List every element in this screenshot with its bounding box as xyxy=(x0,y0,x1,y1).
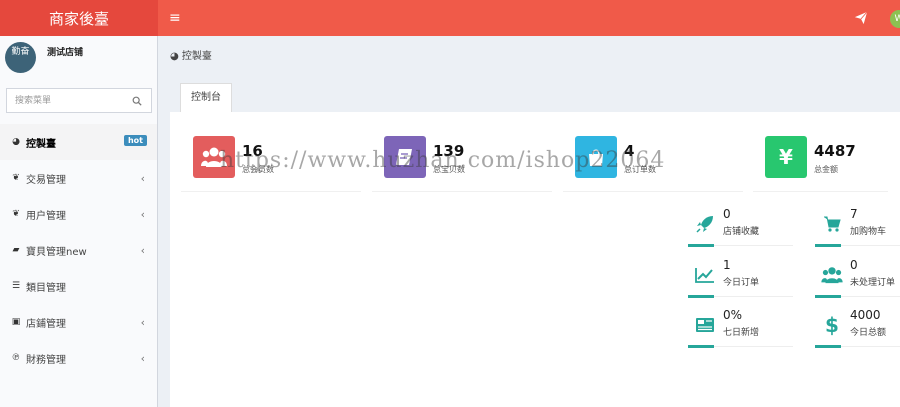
mini-stat-value: 1 xyxy=(723,258,731,272)
divider xyxy=(753,191,888,192)
mini-stat-cart: 7 加购物车 xyxy=(815,204,900,247)
sidebar-item-label: 交易管理 xyxy=(26,174,66,186)
leaf-icon: ❦ xyxy=(12,173,20,183)
mini-stat-favorites: 0 店铺收藏 xyxy=(688,204,793,247)
sidebar-item-label: 控製臺 xyxy=(26,138,56,150)
sidebar-item-label: 店鋪管理 xyxy=(26,318,66,330)
cart-icon xyxy=(821,213,843,235)
sidebar-item-dashboard[interactable]: ◕ 控製臺 hot xyxy=(0,124,157,160)
paper-plane-icon[interactable] xyxy=(854,11,868,25)
stat-value: 4487 xyxy=(814,142,856,160)
window-icon: ▣ xyxy=(11,317,21,327)
rocket-icon xyxy=(694,213,716,235)
divider xyxy=(688,345,793,348)
sidebar-item-label: 財務管理 xyxy=(26,354,66,366)
user-avatar[interactable]: W xyxy=(890,10,900,28)
stat-label: 总金额 xyxy=(814,165,838,174)
newspaper-icon xyxy=(694,314,716,336)
divider xyxy=(815,345,900,348)
sidebar-item-products[interactable]: ▰ 寶貝管理new ‹ xyxy=(0,232,157,268)
sidebar-item-label: 類目管理 xyxy=(26,282,66,294)
chevron-left-icon: ‹ xyxy=(140,244,145,257)
mini-stat-value: 0 xyxy=(723,207,731,221)
chevron-left-icon: ‹ xyxy=(140,352,145,365)
mini-stat-value: 0% xyxy=(723,308,743,322)
search-icon[interactable] xyxy=(132,96,142,106)
mini-stat-today-orders: 1 今日订单 xyxy=(688,255,793,298)
divider xyxy=(815,244,900,247)
mini-stat-label: 加购物车 xyxy=(850,227,887,237)
sidebar-item-users[interactable]: ❦ 用户管理 ‹ xyxy=(0,196,157,232)
main-content: 控制台 16 总会员数 139 总宝贝数 4 总订单数 ¥ 4487 总金额 0… xyxy=(170,72,900,407)
mini-stat-value: 0 xyxy=(850,258,858,272)
mini-stat-value: 7 xyxy=(850,207,858,221)
sidebar: 勤奋 测试店铺 ◕ 控製臺 hot ❦ 交易管理 ‹ ❦ 用户管理 ‹ ▰ 寶貝… xyxy=(0,36,158,407)
divider xyxy=(815,295,900,298)
chevron-left-icon: ‹ xyxy=(140,172,145,185)
mini-stat-value: 4000 xyxy=(850,308,881,322)
mini-stat-label: 七日新增 xyxy=(723,328,760,338)
sidebar-item-label: 用户管理 xyxy=(26,210,66,222)
yen-icon: ¥ xyxy=(765,136,807,178)
mini-stat-label: 今日订单 xyxy=(723,278,760,288)
chevron-left-icon: ‹ xyxy=(140,316,145,329)
sidebar-item-shop[interactable]: ▣ 店鋪管理 ‹ xyxy=(0,304,157,340)
shop-name: 测试店铺 xyxy=(47,48,84,58)
leaf-icon: ❦ xyxy=(12,209,20,219)
sidebar-item-finance[interactable]: ℗ 財務管理 ‹ xyxy=(0,340,157,376)
divider xyxy=(688,244,793,247)
hot-badge: hot xyxy=(123,135,147,146)
paypal-icon: ℗ xyxy=(11,353,21,363)
sidebar-search xyxy=(6,88,152,113)
list-icon: ☰ xyxy=(11,281,21,291)
dollar-icon: $ xyxy=(825,313,839,337)
divider xyxy=(688,295,793,298)
line-chart-icon xyxy=(694,264,716,286)
watermark: https://www.huzhan.com/ishop22064 xyxy=(220,148,666,173)
tab-dashboard[interactable]: 控制台 xyxy=(180,83,232,112)
chevron-left-icon: ‹ xyxy=(140,208,145,221)
divider xyxy=(563,191,743,192)
shop-avatar[interactable]: 勤奋 xyxy=(5,42,36,73)
mini-stat-weekly-new: 0% 七日新增 xyxy=(688,305,793,348)
sidebar-item-categories[interactable]: ☰ 類目管理 xyxy=(0,268,157,304)
sidebar-item-label: 寶貝管理new xyxy=(26,246,87,258)
users-icon xyxy=(821,264,843,286)
briefcase-icon: ▰ xyxy=(12,245,20,255)
top-navbar: ≡ W xyxy=(158,0,900,36)
dashboard-icon: ◕ xyxy=(170,51,179,62)
sidebar-menu: ◕ 控製臺 hot ❦ 交易管理 ‹ ❦ 用户管理 ‹ ▰ 寶貝管理new ‹ … xyxy=(0,124,157,376)
app-logo[interactable]: 商家後臺 xyxy=(0,0,158,36)
search-input[interactable] xyxy=(7,89,125,112)
mini-stat-pending-orders: 0 未处理订单 xyxy=(815,255,900,298)
mini-stat-today-total: $ 4000 今日总额 xyxy=(815,305,900,348)
tab-bar: 控制台 xyxy=(170,72,900,112)
mini-stat-label: 今日总额 xyxy=(850,328,887,338)
dashboard-icon: ◕ xyxy=(12,137,20,147)
divider xyxy=(372,191,552,192)
breadcrumb-label[interactable]: 控製臺 xyxy=(182,51,212,62)
sidebar-item-trade[interactable]: ❦ 交易管理 ‹ xyxy=(0,160,157,196)
breadcrumb: ◕ 控製臺 xyxy=(170,47,212,62)
divider xyxy=(181,191,361,192)
menu-toggle-icon[interactable]: ≡ xyxy=(169,10,181,26)
mini-stat-label: 店铺收藏 xyxy=(723,227,760,237)
mini-stat-label: 未处理订单 xyxy=(850,278,896,288)
